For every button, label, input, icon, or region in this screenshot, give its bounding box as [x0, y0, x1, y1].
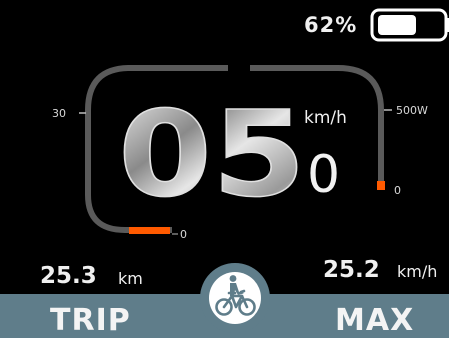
bicycle-rider-icon[interactable]	[199, 262, 271, 334]
speed-unit: km/h	[304, 108, 347, 128]
trip-distance-unit: km	[118, 269, 143, 288]
speed-digits: 05	[118, 101, 307, 199]
bike-display-screenshot: 62% 30 500W 0 0 05 0 km/h 25.3 km 25.2 k…	[0, 0, 453, 342]
power-arc-progress	[377, 181, 385, 190]
display-panel: 62% 30 500W 0 0 05 0 km/h 25.3 km 25.2 k…	[0, 0, 449, 338]
speed-zero-label: 0	[180, 228, 187, 241]
max-speed-value: 25.2	[323, 257, 380, 283]
max-mode-label[interactable]: MAX	[335, 306, 414, 336]
battery-icon	[370, 8, 449, 42]
trip-mode-label[interactable]: TRIP	[50, 306, 131, 336]
power-zero-label: 0	[394, 184, 401, 197]
speed-scale-label: 30	[52, 107, 66, 120]
trip-distance-value: 25.3	[40, 263, 97, 289]
power-scale-label: 500W	[396, 104, 428, 117]
speed-arc-progress	[129, 227, 170, 234]
max-speed-unit: km/h	[397, 262, 438, 281]
speed-decimal-digit: 0	[307, 145, 341, 205]
speed-main-digits: 05	[118, 101, 306, 199]
battery-percent: 62%	[304, 13, 358, 37]
